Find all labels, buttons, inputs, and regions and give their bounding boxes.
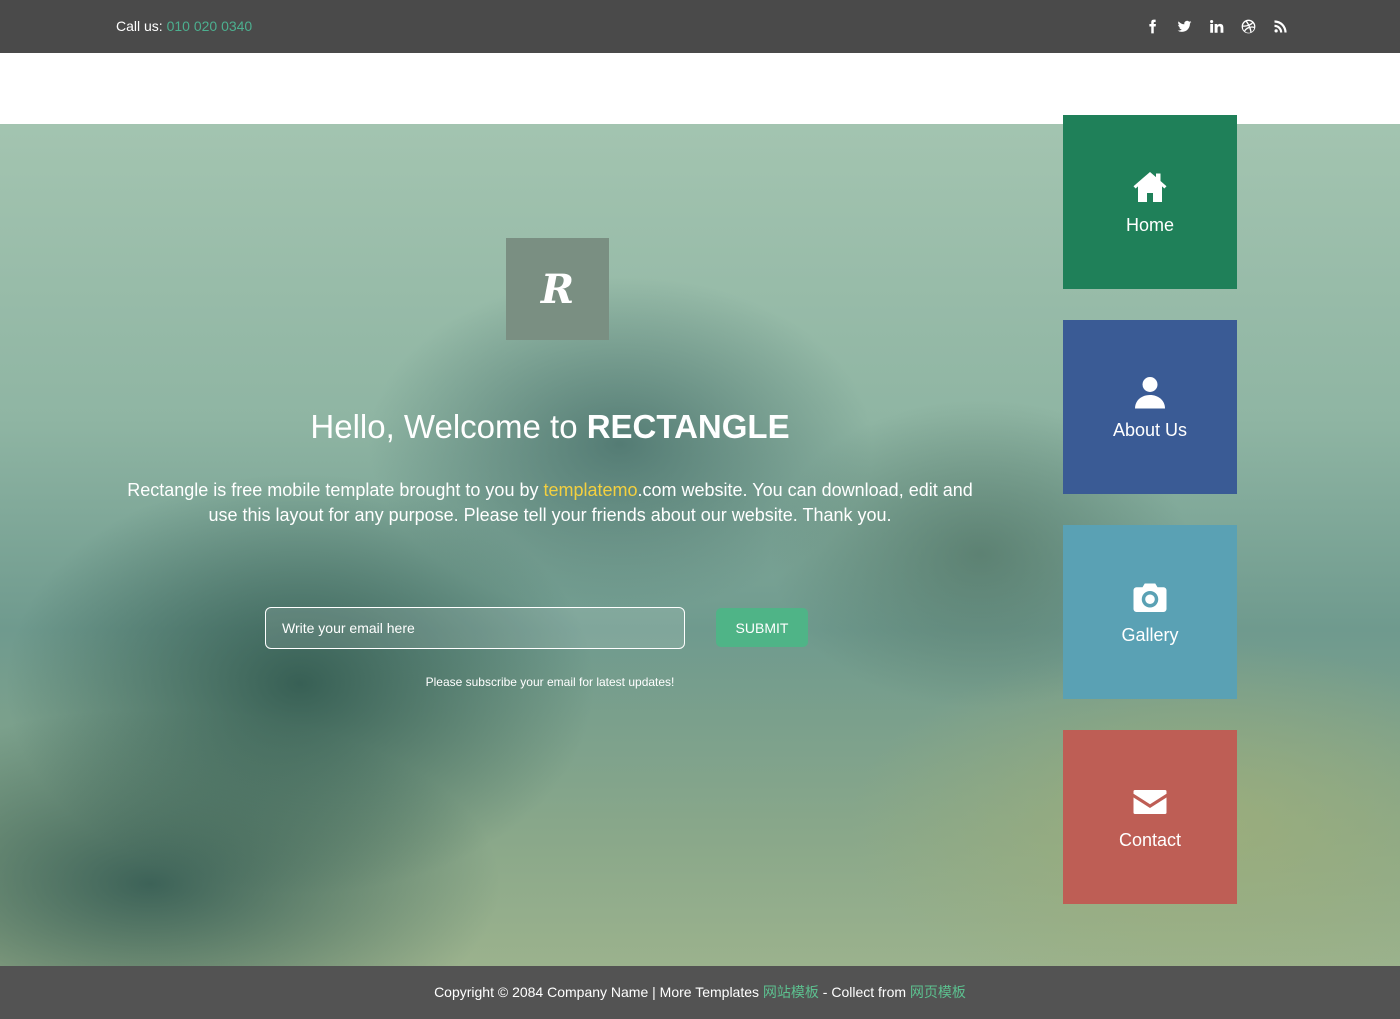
home-icon: [1133, 171, 1167, 202]
welcome-headline: Hello, Welcome to RECTANGLE: [120, 408, 980, 446]
nav-tile-about-us[interactable]: About Us: [1063, 320, 1237, 494]
nav-label-contact: Contact: [1118, 829, 1182, 850]
subscribe-note: Please subscribe your email for latest u…: [425, 675, 675, 689]
camera-icon: [1133, 583, 1167, 612]
footer-link-collect[interactable]: 网页模板: [910, 984, 966, 1000]
footer: Copyright © 2084 Company Name | More Tem…: [0, 966, 1400, 1019]
user-icon: [1135, 376, 1165, 408]
nav-tile-contact[interactable]: Contact: [1063, 730, 1237, 904]
social-links: [1144, 17, 1288, 35]
headline-brand: RECTANGLE: [586, 408, 790, 445]
nav-label-gallery: Gallery: [1121, 624, 1179, 645]
nav-label-home: Home: [1125, 214, 1174, 235]
intro-description: Rectangle is free mobile template brough…: [116, 478, 984, 528]
footer-middle: - Collect from: [818, 984, 910, 1000]
headline-prefix: Hello, Welcome to: [310, 408, 587, 445]
dribbble-icon[interactable]: [1240, 17, 1256, 35]
facebook-icon[interactable]: [1144, 17, 1160, 35]
envelope-icon: [1133, 789, 1167, 814]
logo-letter: R: [540, 265, 575, 313]
desc-part1: Rectangle is free mobile template brough…: [127, 480, 544, 500]
email-input[interactable]: [265, 607, 685, 649]
nav-label-about-us: About Us: [1112, 419, 1188, 440]
linkedin-icon[interactable]: [1208, 17, 1224, 35]
nav-tile-gallery[interactable]: Gallery: [1063, 525, 1237, 699]
nav-tile-home[interactable]: Home: [1063, 115, 1237, 289]
call-us: Call us: 010 020 0340: [116, 18, 252, 34]
top-bar: Call us: 010 020 0340: [0, 0, 1400, 53]
phone-number[interactable]: 010 020 0340: [167, 18, 253, 34]
templatemo-link[interactable]: templatemo: [543, 480, 637, 500]
submit-button[interactable]: SUBMIT: [716, 608, 808, 647]
rss-icon[interactable]: [1272, 17, 1288, 35]
footer-link-templates[interactable]: 网站模板: [763, 984, 819, 1000]
call-label: Call us:: [116, 18, 163, 34]
site-logo[interactable]: R: [506, 238, 609, 340]
footer-copyright: Copyright © 2084 Company Name | More Tem…: [434, 984, 763, 1000]
header-spacer: [0, 53, 1400, 124]
twitter-icon[interactable]: [1176, 17, 1192, 35]
